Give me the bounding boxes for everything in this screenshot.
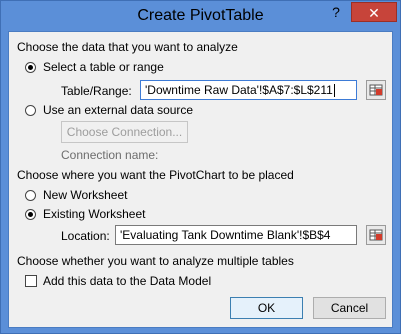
table-range-value: 'Downtime Raw Data'!$A$7:$L$211 [145,83,333,97]
title-bar[interactable]: Create PivotTable ? ✕ [1,1,400,31]
dialog-body: Choose the data that you want to analyze… [8,31,393,328]
new-worksheet-radio[interactable] [25,190,36,201]
placement-section-heading: Choose where you want the PivotChart to … [17,168,294,182]
close-button[interactable]: ✕ [351,2,397,22]
multiple-tables-heading: Choose whether you want to analyze multi… [17,254,294,268]
location-label: Location: [61,229,110,243]
location-value: 'Evaluating Tank Downtime Blank'!$B$4 [120,228,331,242]
table-range-label: Table/Range: [61,84,132,98]
external-source-radio[interactable] [25,105,36,116]
data-model-checkbox[interactable] [25,275,37,287]
data-section-heading: Choose the data that you want to analyze [17,40,238,54]
help-icon: ? [332,4,340,20]
choose-connection-button[interactable]: Choose Connection... [61,121,188,143]
ok-button[interactable]: OK [230,297,303,319]
help-button[interactable]: ? [323,2,349,22]
collapse-range-button[interactable] [366,80,386,100]
external-source-label[interactable]: Use an external data source [43,103,193,117]
new-worksheet-label[interactable]: New Worksheet [43,188,127,202]
range-select-icon [369,229,383,241]
close-icon: ✕ [368,5,380,21]
text-caret [333,84,335,98]
location-input[interactable]: 'Evaluating Tank Downtime Blank'!$B$4 [115,225,357,245]
create-pivottable-dialog: Create PivotTable ? ✕ Choose the data th… [0,0,401,334]
cancel-button[interactable]: Cancel [313,297,386,319]
select-table-radio[interactable] [25,62,36,73]
data-model-label[interactable]: Add this data to the Data Model [43,274,211,288]
range-select-icon [369,84,383,96]
existing-worksheet-radio[interactable] [25,209,36,220]
select-table-label[interactable]: Select a table or range [43,60,164,74]
connection-name-label: Connection name: [61,148,159,162]
location-collapse-button[interactable] [366,225,386,245]
table-range-input[interactable]: 'Downtime Raw Data'!$A$7:$L$211 [140,80,357,100]
existing-worksheet-label[interactable]: Existing Worksheet [43,207,146,221]
